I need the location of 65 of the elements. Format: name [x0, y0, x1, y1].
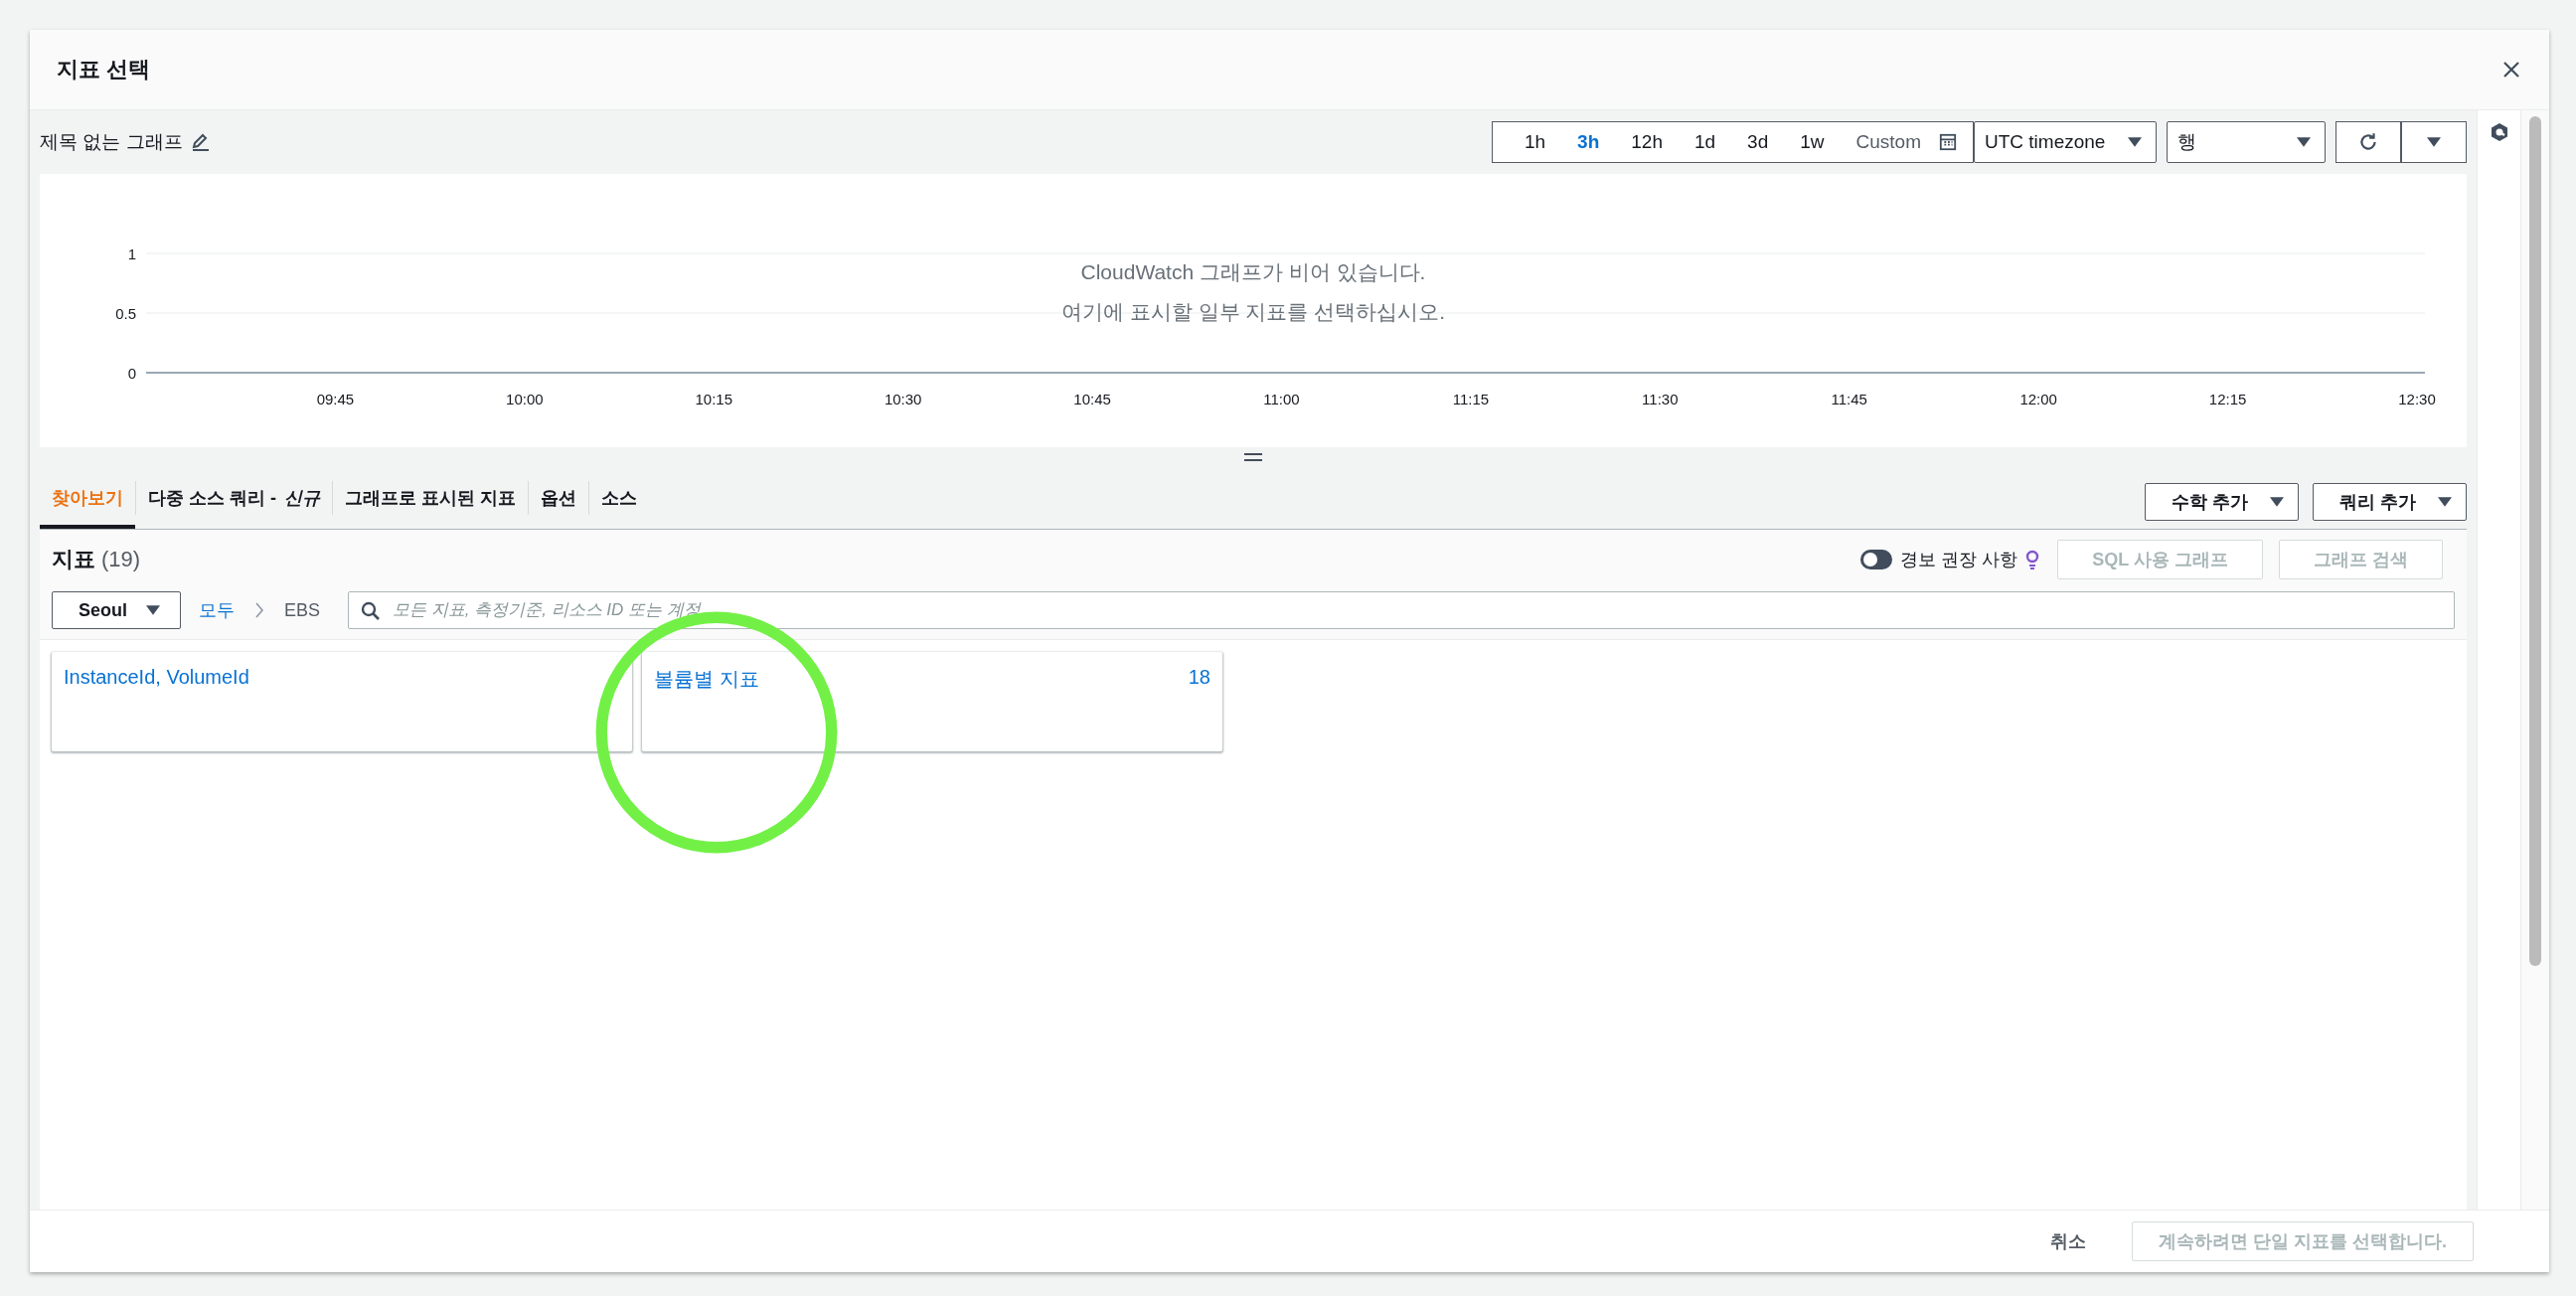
y-tick-label: 0.5 — [115, 305, 136, 322]
x-tick-label: 10:45 — [1073, 391, 1111, 407]
x-tick-label: 11:45 — [1831, 391, 1867, 407]
caret-icon — [146, 605, 160, 615]
empty-chart-message: CloudWatch 그래프가 비어 있습니다. — [1080, 259, 1426, 285]
add-dropdown-button[interactable]: 수학 추가 — [2144, 483, 2299, 521]
toggle-switch[interactable] — [1860, 550, 1893, 569]
empty-chart-message: 여기에 표시할 일부 지표를 선택하십시오. — [1060, 299, 1446, 325]
caret-icon — [2270, 497, 2284, 507]
caret-icon — [2427, 137, 2441, 147]
refresh-button[interactable] — [2335, 121, 2401, 163]
metric-card[interactable]: InstanceId, VolumeId — [52, 652, 632, 751]
close-icon[interactable] — [2501, 60, 2521, 80]
timezone-dropdown[interactable]: UTC timezone — [1974, 121, 2157, 163]
caret-icon — [2297, 137, 2311, 147]
time-range-option[interactable]: 1w — [1786, 131, 1839, 153]
breadcrumb-current: EBS — [284, 599, 321, 621]
time-range-option[interactable]: 1h — [1510, 131, 1560, 153]
tab[interactable]: 그래프로 표시된 지표 — [333, 467, 528, 529]
calendar-icon[interactable] — [1939, 133, 1957, 151]
x-tick-label: 10:00 — [506, 391, 544, 407]
x-tick-label: 12:00 — [2019, 391, 2057, 407]
scrollbar-thumb[interactable] — [2529, 116, 2541, 966]
metric-card[interactable]: 볼륨별 지표 18 — [642, 652, 1222, 751]
y-tick-label: 1 — [127, 245, 136, 262]
caret-icon — [2438, 497, 2452, 507]
view-dropdown[interactable]: 행 — [2167, 121, 2326, 163]
x-tick-label: 12:15 — [2208, 391, 2247, 407]
dialog-title: 지표 선택 — [57, 56, 151, 83]
graph-title: 제목 없는 그래프 — [40, 130, 183, 154]
region-dropdown[interactable]: Seoul — [52, 591, 181, 629]
card-title-link[interactable]: InstanceId, VolumeId — [64, 666, 249, 689]
x-tick-label: 09:45 — [316, 391, 355, 407]
y-tick-label: 0 — [127, 365, 136, 382]
metrics-heading: 지표 — [52, 546, 95, 573]
tab[interactable]: 다중 소스 쿼리 - 신규 — [136, 467, 332, 529]
tab[interactable]: 옵션 — [529, 467, 588, 529]
caret-icon — [2128, 137, 2142, 147]
custom-range-button[interactable]: Custom — [1842, 131, 1935, 153]
pencil-icon[interactable] — [190, 132, 211, 152]
time-range-option[interactable]: 12h — [1617, 131, 1677, 153]
cancel-button[interactable]: 취소 — [2044, 1228, 2092, 1254]
x-tick-label: 11:15 — [1452, 391, 1490, 407]
tab[interactable]: 소스 — [589, 467, 649, 529]
refresh-options-button[interactable] — [2401, 121, 2467, 163]
toggle-label: 경보 권장 사항 — [1900, 549, 2018, 571]
x-tick-label: 12:30 — [2398, 391, 2436, 407]
search-icon — [361, 601, 382, 621]
chevron-icon — [254, 602, 264, 618]
metrics-count: (19) — [101, 547, 141, 572]
lightbulb-icon[interactable] — [2025, 550, 2040, 569]
x-tick-label: 10:30 — [884, 391, 922, 407]
x-tick-label: 11:30 — [1642, 391, 1679, 407]
hexagon-icon[interactable] — [2489, 122, 2509, 142]
card-title-link[interactable]: 볼륨별 지표 — [654, 666, 759, 693]
card-count: 18 — [1188, 666, 1210, 689]
refresh-icon — [2357, 131, 2379, 153]
resize-handle-icon[interactable] — [1244, 452, 1262, 462]
time-range-option[interactable]: 1d — [1680, 131, 1730, 153]
breadcrumb-link[interactable]: 모두 — [199, 598, 235, 622]
x-tick-label: 10:15 — [695, 391, 732, 407]
time-range-option[interactable]: 3h — [1563, 131, 1614, 153]
x-tick-label: 11:00 — [1263, 391, 1300, 407]
add-dropdown-button[interactable]: 쿼리 추가 — [2313, 483, 2467, 521]
time-range-option[interactable]: 3d — [1733, 131, 1783, 153]
